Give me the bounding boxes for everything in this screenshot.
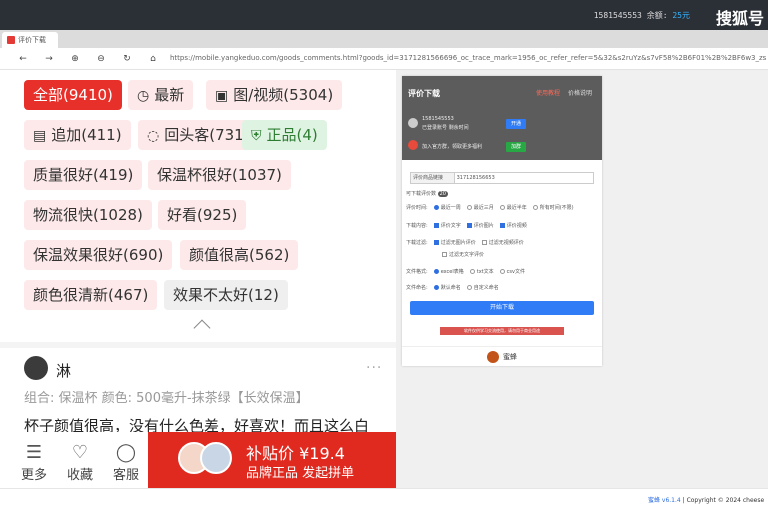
panel-title: 评价下载	[408, 89, 440, 98]
favorite-button[interactable]: ♡ 收藏	[60, 442, 100, 483]
invite-text: 加入官方群，领取更多福利	[422, 144, 483, 150]
filter-tag[interactable]: 物流很快(1028)	[24, 200, 152, 230]
collapse-chevron-icon[interactable]	[193, 319, 211, 337]
title-bar: 1581545553 余额: 25元 搜狐号	[0, 0, 768, 30]
shield-check-icon: ⛨	[251, 128, 262, 144]
panel-footer: 蜜蜂	[402, 346, 602, 366]
account-info: 1581545553 余额: 25元	[593, 11, 690, 20]
address-bar[interactable]: https://mobile.yangkeduo.com/goods_comme…	[170, 54, 766, 62]
panel-header: 评价下载 使用教程 价格说明 1581545553 已登录账号 剩余时间 开通 …	[402, 76, 602, 160]
price-link[interactable]: 价格说明	[568, 88, 592, 97]
filter-tag[interactable]: 好看(925)	[158, 200, 247, 230]
mobile-review-page: 全部(9410) ◷ 最新 ▣ 图/视频(5304) ▤ 追加(411) ◌ 回头客(731) ⛨…	[0, 70, 396, 488]
user-icon	[408, 118, 418, 128]
avatar	[24, 356, 48, 380]
back-icon[interactable]: ←	[16, 52, 30, 66]
filter-options-2: 过滤无文字评价	[436, 251, 484, 258]
filter-tag[interactable]: 颜色很清新(467)	[24, 280, 158, 310]
buyer-avatar	[200, 442, 232, 474]
bee-logo-icon	[487, 351, 499, 363]
join-group-button[interactable]: 加群	[506, 142, 526, 152]
group-buy-button[interactable]: 补贴价 ¥19.4 品牌正品 发起拼单	[148, 432, 396, 488]
version-copyright: 蜜蜂 v6.1.4 | Copyright © 2024 cheese	[648, 497, 765, 504]
filter-tag[interactable]: 效果不太好(12)	[164, 280, 288, 310]
zoom-out-icon[interactable]: ⊖	[94, 52, 108, 66]
promo-text: 品牌正品 发起拼单	[246, 466, 355, 481]
product-variant: 组合: 保温杯 颜色: 500毫升-抹茶绿【长效保温】	[24, 391, 309, 406]
tab-review-download[interactable]: 评价下载	[2, 32, 58, 48]
watermark: 搜狐号	[715, 9, 764, 28]
zoom-in-icon[interactable]: ⊕	[68, 52, 82, 66]
reviewer-name: 淋	[56, 362, 72, 380]
time-options: 评价时间: 最近一周 最近三月 最近半年 所有时间(不限)	[406, 205, 574, 211]
account-status: 已登录账号 剩余时间	[422, 125, 469, 131]
content-options: 下载内容: 评价文字 评价图片 评价视频	[406, 223, 527, 229]
warning-banner: 软件仅供学习交流使用，请勿用于商业用途	[440, 327, 564, 335]
filter-tag[interactable]: 保温杯很好(1037)	[148, 160, 291, 190]
subsidy-price: 补贴价 ¥19.4	[246, 444, 345, 463]
filter-tag[interactable]: ◷ 最新	[128, 80, 194, 110]
review-download-panel: 评价下载 使用教程 价格说明 1581545553 已登录账号 剩余时间 开通 …	[402, 76, 602, 366]
footer: 蜜蜂 v6.1.4 | Copyright © 2024 cheese	[0, 488, 768, 510]
format-options: 文件格式: excel表格 txt文本 csv文件	[406, 269, 525, 275]
more-dots-icon[interactable]: ···	[366, 360, 382, 376]
list-icon: ☰	[25, 442, 43, 463]
heart-icon: ♡	[71, 442, 89, 463]
product-link-input[interactable]: 评价商品链接 317128156653	[410, 172, 594, 184]
image-icon: ▣	[215, 88, 229, 104]
forward-icon[interactable]: →	[42, 52, 56, 66]
divider	[0, 342, 396, 348]
customer-service-button[interactable]: ◯ 客服	[106, 442, 146, 483]
chat-bubble-icon: ◯	[115, 442, 137, 463]
note-icon: ▤	[33, 128, 47, 144]
filter-tag[interactable]: 全部(9410)	[24, 80, 122, 110]
start-download-button[interactable]: 开始下载	[410, 301, 594, 315]
reload-icon[interactable]: ↻	[120, 52, 134, 66]
group-icon	[408, 140, 418, 150]
filter-tag[interactable]: 颜值很高(562)	[180, 240, 299, 270]
chat-icon: ◌	[147, 128, 160, 144]
favicon-icon	[7, 36, 15, 44]
tutorial-link[interactable]: 使用教程	[536, 88, 560, 97]
clock-icon: ◷	[137, 88, 150, 104]
more-button[interactable]: ☰ 更多	[14, 442, 54, 483]
filter-tag[interactable]: ◌ 回头客(731)	[138, 120, 259, 150]
filter-tag[interactable]: 保温效果很好(690)	[24, 240, 173, 270]
home-icon[interactable]: ⌂	[146, 52, 160, 66]
naming-options: 文件命名: 默认命名 自定义命名	[406, 285, 499, 291]
filter-tag[interactable]: ▤ 追加(411)	[24, 120, 131, 150]
bottom-action-bar: ☰ 更多 ♡ 收藏 ◯ 客服 补贴价 ¥19.4 品牌正品 发起拼单	[0, 432, 396, 488]
extension-area: 评价下载 使用教程 价格说明 1581545553 已登录账号 剩余时间 开通 …	[396, 70, 768, 488]
filter-options: 下载过滤: 过滤无图片评价 过滤无视频评价	[406, 240, 524, 246]
tab-bar: 评价下载	[0, 30, 768, 48]
filter-tag[interactable]: ⛨ 正品(4)	[242, 120, 327, 150]
navigation-bar: ← → ⊕ ⊖ ↻ ⌂ https://mobile.yangkeduo.com…	[0, 48, 768, 70]
account-id: 1581545553	[422, 116, 454, 122]
filter-tag[interactable]: 质量很好(419)	[24, 160, 143, 190]
filter-tag[interactable]: ▣ 图/视频(5304)	[206, 80, 343, 110]
download-count: 可下载评价数 20	[406, 191, 448, 197]
activate-button[interactable]: 开通	[506, 119, 526, 129]
